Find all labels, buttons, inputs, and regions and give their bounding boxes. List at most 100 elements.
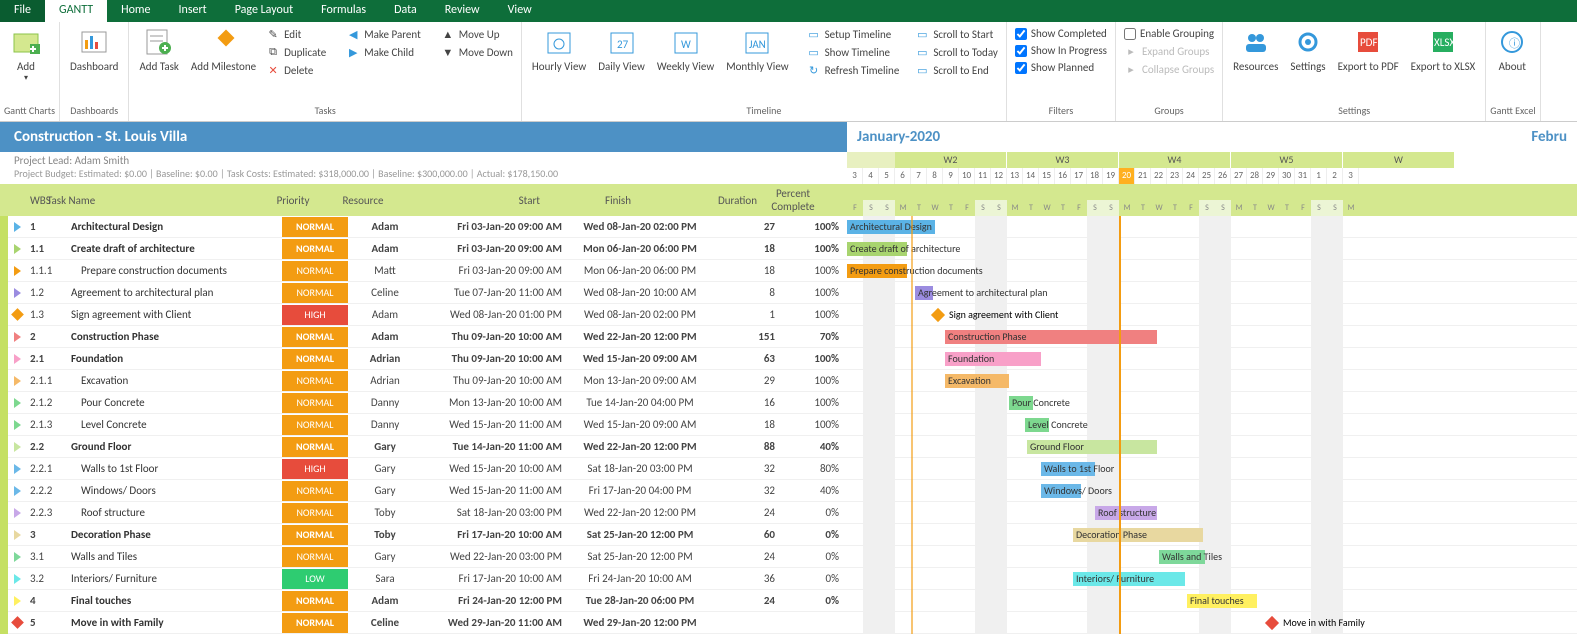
tab-file[interactable]: File: [0, 0, 45, 22]
gantt-bar[interactable]: Walls to 1st Floor: [1041, 462, 1095, 476]
task-row[interactable]: 2Construction PhaseNORMALAdamThu 09-Jan-…: [0, 326, 847, 348]
row-handle[interactable]: [0, 348, 8, 370]
add-task-button[interactable]: Add Task: [133, 24, 184, 75]
tab-home[interactable]: Home: [107, 0, 164, 22]
task-row[interactable]: 2.2.2Windows/ DoorsNORMALGaryWed 15-Jan-…: [0, 480, 847, 502]
row-handle[interactable]: [0, 524, 8, 546]
task-row[interactable]: 3Decoration PhaseNORMALTobyFri 17-Jan-20…: [0, 524, 847, 546]
task-row[interactable]: 1.1.1Prepare construction documentsNORMA…: [0, 260, 847, 282]
task-row[interactable]: 5Move in with FamilyNORMALCelineWed 29-J…: [0, 612, 847, 634]
scroll-start-button[interactable]: ▭Scroll to Start: [911, 26, 1002, 42]
gantt-bar[interactable]: Pour Concrete: [1009, 396, 1033, 410]
tab-page-layout[interactable]: Page Layout: [221, 0, 307, 22]
hourly-view-button[interactable]: Hourly View: [526, 24, 592, 75]
task-row[interactable]: 2.1.1ExcavationNORMALAdrianThu 09-Jan-20…: [0, 370, 847, 392]
settings-button[interactable]: Settings: [1284, 24, 1331, 75]
task-row[interactable]: 2.2Ground FloorNORMALGaryTue 14-Jan-20 1…: [0, 436, 847, 458]
tab-data[interactable]: Data: [380, 0, 431, 22]
move-down-button[interactable]: ▼Move Down: [437, 44, 517, 60]
row-handle[interactable]: [0, 568, 8, 590]
task-row[interactable]: 2.1.2Pour ConcreteNORMALDannyMon 13-Jan-…: [0, 392, 847, 414]
row-handle[interactable]: [0, 502, 8, 524]
gantt-bar[interactable]: Agreement to architectural plan: [915, 286, 933, 300]
task-row[interactable]: 2.1FoundationNORMALAdrianThu 09-Jan-20 1…: [0, 348, 847, 370]
task-row[interactable]: 2.2.3Roof structureNORMALTobySat 18-Jan-…: [0, 502, 847, 524]
row-handle[interactable]: [0, 414, 8, 436]
row-handle[interactable]: [0, 546, 8, 568]
task-row[interactable]: 3.1Walls and TilesNORMALGaryWed 22-Jan-2…: [0, 546, 847, 568]
expand-groups-button[interactable]: ▸Expand Groups: [1120, 43, 1218, 59]
gantt-bar[interactable]: Create draft of architecture: [847, 242, 907, 256]
task-row[interactable]: 1.1Create draft of architectureNORMALAda…: [0, 238, 847, 260]
task-row[interactable]: 2.1.3Level ConcreteNORMALDannyWed 15-Jan…: [0, 414, 847, 436]
about-button[interactable]: ⓘAbout: [1490, 24, 1534, 75]
row-handle[interactable]: [0, 216, 8, 238]
tab-review[interactable]: Review: [431, 0, 494, 22]
gantt-bar[interactable]: Construction Phase: [945, 330, 1157, 344]
dashboard-button[interactable]: Dashboard: [64, 24, 124, 75]
gantt-chart[interactable]: Architectural Design Create draft of arch…: [847, 216, 1577, 634]
gantt-bar[interactable]: Level Concrete: [1025, 418, 1049, 432]
row-handle[interactable]: [0, 480, 8, 502]
row-handle[interactable]: [0, 260, 8, 282]
show-completed-checkbox[interactable]: Show Completed: [1011, 26, 1111, 41]
row-handle[interactable]: [0, 458, 8, 480]
gantt-bar[interactable]: Final touches: [1187, 594, 1257, 608]
milestone-diamond[interactable]: [931, 308, 945, 322]
show-timeline-button[interactable]: ▭Show Timeline: [803, 44, 904, 60]
monthly-view-button[interactable]: JANMonthly View: [720, 24, 794, 75]
milestone-diamond[interactable]: [1265, 616, 1279, 630]
enable-grouping-checkbox[interactable]: Enable Grouping: [1120, 26, 1218, 41]
scroll-end-button[interactable]: ▭Scroll to End: [911, 62, 1002, 78]
task-row[interactable]: 1Architectural DesignNORMALAdamFri 03-Ja…: [0, 216, 847, 238]
row-handle[interactable]: [0, 326, 8, 348]
task-row[interactable]: 1.3Sign agreement with ClientHIGHAdamWed…: [0, 304, 847, 326]
export-xlsx-button[interactable]: XLSXExport to XLSX: [1405, 24, 1482, 75]
gantt-bar[interactable]: Interiors/ Furniture: [1073, 572, 1185, 586]
tab-formulas[interactable]: Formulas: [307, 0, 380, 22]
scroll-today-button[interactable]: ▭Scroll to Today: [911, 44, 1002, 60]
make-child-button[interactable]: ▶Make Child: [342, 44, 425, 60]
daily-view-button[interactable]: 27Daily View: [592, 24, 651, 75]
show-progress-checkbox[interactable]: Show In Progress: [1011, 43, 1111, 58]
gantt-bar[interactable]: Roof structure: [1095, 506, 1157, 520]
row-handle[interactable]: [0, 282, 8, 304]
gantt-bar[interactable]: Ground Floor: [1027, 440, 1157, 454]
collapse-groups-button[interactable]: ▸Collapse Groups: [1120, 61, 1218, 77]
task-row[interactable]: 4Final touchesNORMALAdamFri 24-Jan-20 12…: [0, 590, 847, 612]
gantt-bar[interactable]: Walls and Tiles: [1159, 550, 1205, 564]
gantt-bar[interactable]: Windows/ Doors: [1041, 484, 1081, 498]
refresh-timeline-button[interactable]: ↻Refresh Timeline: [803, 62, 904, 78]
make-parent-button[interactable]: ◀Make Parent: [342, 26, 425, 42]
row-handle[interactable]: [0, 590, 8, 612]
move-up-button[interactable]: ▲Move Up: [437, 26, 517, 42]
row-handle[interactable]: [0, 392, 8, 414]
row-handle[interactable]: [0, 612, 8, 634]
task-row[interactable]: 3.2Interiors/ FurnitureLOWSaraFri 17-Jan…: [0, 568, 847, 590]
gantt-bar[interactable]: Decoration Phase: [1073, 528, 1203, 542]
gantt-bar[interactable]: Excavation: [945, 374, 1009, 388]
add-button[interactable]: Add▾: [4, 24, 48, 85]
show-planned-checkbox[interactable]: Show Planned: [1011, 60, 1111, 75]
gantt-bar[interactable]: Prepare construction documents: [847, 264, 907, 278]
wbs-cell: 2: [26, 330, 69, 343]
task-row[interactable]: 2.2.1Walls to 1st FloorHIGHGaryWed 15-Ja…: [0, 458, 847, 480]
resources-button[interactable]: Resources: [1227, 24, 1284, 75]
weekly-view-button[interactable]: WWeekly View: [651, 24, 720, 75]
setup-timeline-button[interactable]: ▭Setup Timeline: [803, 26, 904, 42]
add-milestone-button[interactable]: Add Milestone: [185, 24, 262, 75]
task-row[interactable]: 1.2Agreement to architectural planNORMAL…: [0, 282, 847, 304]
gantt-bar[interactable]: Architectural Design: [847, 220, 935, 234]
export-pdf-button[interactable]: PDFExport to PDF: [1332, 24, 1405, 75]
row-handle[interactable]: [0, 370, 8, 392]
row-handle[interactable]: [0, 238, 8, 260]
row-handle[interactable]: [0, 436, 8, 458]
tab-gantt[interactable]: GANTT: [45, 0, 107, 22]
edit-button[interactable]: ✎Edit: [262, 26, 330, 42]
tab-insert[interactable]: Insert: [165, 0, 221, 22]
row-handle[interactable]: [0, 304, 8, 326]
delete-button[interactable]: ✕Delete: [262, 62, 330, 78]
duplicate-button[interactable]: ⧉Duplicate: [262, 44, 330, 60]
tab-view[interactable]: View: [494, 0, 546, 22]
gantt-bar[interactable]: Foundation: [945, 352, 1041, 366]
